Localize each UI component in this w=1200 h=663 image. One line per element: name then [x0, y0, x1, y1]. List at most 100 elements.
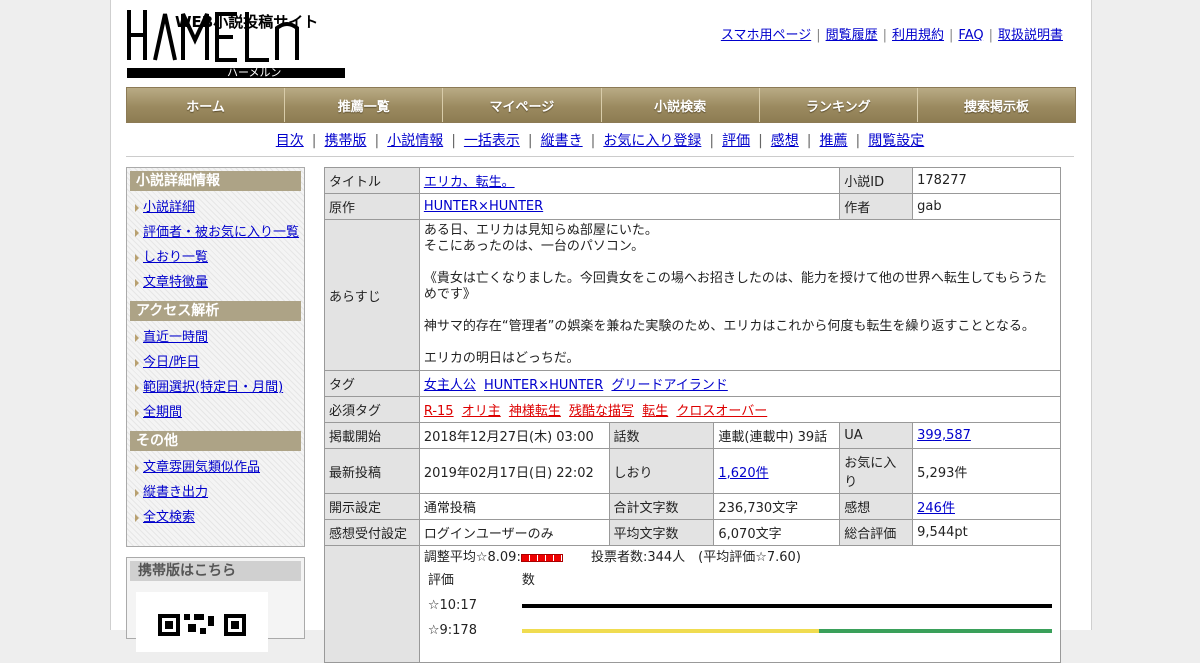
rating-row: ☆9:178 — [424, 618, 1056, 643]
required-tag-link[interactable]: 神様転生 — [509, 404, 561, 419]
mobile-qr-box: 携帯版はこちら — [126, 557, 305, 652]
mobile-heading: 携帯版はこちら — [130, 561, 301, 581]
comment-setting: ログインユーザーのみ — [418, 519, 610, 546]
logo-kana: ハーメルン — [227, 66, 281, 79]
rating-row-label: ☆10:17 — [427, 598, 477, 613]
synopsis: ある日、エリカは見知らぬ部屋にいた。 そこにあったのは、一台のパソコン。 《貴女… — [418, 219, 1062, 371]
author-name: gab — [912, 193, 1061, 220]
label-latest: 最新投稿 — [324, 448, 420, 494]
adjusted-average: 調整平均☆8.09: — [423, 550, 521, 565]
rating-bar-segment — [521, 604, 1052, 608]
required-tag-list: R-15 オリ主 神様転生 残酷な描写 転生 クロスオーバー — [418, 396, 1062, 423]
page-container: WEB小説投稿サイト ハーメルン スマホ用ページ | 閲覧履歴 | 利用規約 | FAQ | 取… — [110, 0, 1092, 663]
sidebar-item-fulltext-search[interactable]: 全文検索 — [127, 505, 304, 530]
link-terms[interactable]: 利用規約 — [892, 28, 944, 43]
subnav-favorite[interactable]: お気に入り登録 — [603, 133, 701, 149]
required-tag-link[interactable]: クロスオーバー — [676, 404, 767, 419]
rating-row-label: ☆9:178 — [427, 623, 477, 638]
subnav-comment[interactable]: 感想 — [771, 133, 799, 149]
comment-count-link[interactable]: 246件 — [917, 501, 955, 516]
rating-bar-icon — [520, 553, 563, 562]
label-comments: 感想 — [839, 493, 914, 520]
sidebar-item-raters[interactable]: 評価者・被お気に入り一覧 — [127, 220, 304, 245]
novel-title-link[interactable]: エリカ、転生。 — [424, 175, 515, 190]
tag-link[interactable]: 女主人公 — [424, 378, 476, 393]
sidebar-item-today[interactable]: 今日/昨日 — [127, 350, 304, 375]
rating-col-header: 評価 — [427, 573, 454, 588]
subnav-settings[interactable]: 閲覧設定 — [868, 133, 924, 149]
rating-row: ☆10:17 — [424, 593, 1056, 618]
voter-count: 投票者数:344人 (平均評価☆7.60) — [590, 550, 801, 565]
sidebar: 小説詳細情報 小説詳細 評価者・被お気に入り一覧 しおり一覧 文章特徴量 アクセ… — [126, 167, 305, 547]
nav-ranking[interactable]: ランキング — [759, 88, 918, 122]
sidebar-item-last-hour[interactable]: 直近一時間 — [127, 325, 304, 350]
episode-count: 連載(連載中) 39話 — [713, 422, 841, 449]
nav-home[interactable]: ホーム — [127, 88, 286, 122]
required-tag-link[interactable]: R-15 — [424, 404, 454, 419]
rating-row-bar — [521, 604, 1052, 608]
sidebar-heading-details: 小説詳細情報 — [130, 171, 301, 191]
ua-count-link[interactable]: 399,587 — [917, 428, 971, 443]
label-id: 小説ID — [839, 167, 914, 194]
label-author: 作者 — [839, 193, 914, 220]
label-total-rating: 総合評価 — [839, 519, 914, 546]
sidebar-heading-access: アクセス解析 — [130, 301, 301, 321]
label-tags: タグ — [324, 370, 420, 397]
sidebar-item-similar[interactable]: 文章雰囲気類似作品 — [127, 455, 304, 480]
divider — [126, 156, 1074, 157]
label-required-tags: 必須タグ — [324, 396, 420, 423]
logo-subtitle: WEB小説投稿サイト — [175, 13, 318, 31]
qr-code-icon — [136, 592, 268, 652]
label-original: 原作 — [324, 193, 420, 220]
nav-recommendations[interactable]: 推薦一覧 — [285, 88, 444, 122]
avg-chars: 6,070文字 — [713, 519, 841, 546]
label-total-chars: 合計文字数 — [608, 493, 715, 520]
label-published: 掲載開始 — [324, 422, 420, 449]
subnav-vertical[interactable]: 縦書き — [541, 133, 583, 149]
sidebar-item-text-features[interactable]: 文章特徴量 — [127, 270, 304, 295]
tag-link[interactable]: HUNTER×HUNTER — [484, 378, 603, 393]
sidebar-item-all-time[interactable]: 全期間 — [127, 400, 304, 425]
required-tag-link[interactable]: 転生 — [642, 404, 668, 419]
disclosure-setting: 通常投稿 — [418, 493, 610, 520]
subnav-all[interactable]: 一括表示 — [464, 133, 520, 149]
link-faq[interactable]: FAQ — [958, 28, 983, 43]
label-synopsis: あらすじ — [324, 219, 420, 371]
tag-link[interactable]: グリードアイランド — [611, 378, 727, 393]
sidebar-item-bookmarks[interactable]: しおり一覧 — [127, 245, 304, 270]
label-avg-chars: 平均文字数 — [608, 519, 715, 546]
sidebar-item-novel-details[interactable]: 小説詳細 — [127, 195, 304, 220]
total-chars: 236,730文字 — [713, 493, 841, 520]
label-title: タイトル — [324, 167, 420, 194]
link-history[interactable]: 閲覧履歴 — [826, 28, 878, 43]
nav-search[interactable]: 小説検索 — [601, 88, 760, 122]
nav-mypage[interactable]: マイページ — [443, 88, 602, 122]
required-tag-link[interactable]: オリ主 — [462, 404, 501, 419]
required-tag-link[interactable]: 残酷な描写 — [569, 404, 634, 419]
link-manual[interactable]: 取扱説明書 — [998, 28, 1063, 43]
link-smartphone[interactable]: スマホ用ページ — [721, 28, 811, 43]
subnav-recommend[interactable]: 推薦 — [820, 133, 848, 149]
latest-date: 2019年02月17日(日) 22:02 — [418, 448, 610, 494]
site-logo[interactable]: WEB小説投稿サイト ハーメルン — [127, 10, 347, 80]
bookmark-count-link[interactable]: 1,620件 — [718, 466, 768, 481]
main-nav: ホーム 推薦一覧 マイページ 小説検索 ランキング 捜索掲示板 — [126, 87, 1076, 123]
rating-distribution: 調整平均☆8.09: 投票者数:344人 (平均評価☆7.60) 評価 数 ☆1… — [418, 545, 1062, 663]
favorite-count: 5,293件 — [912, 448, 1061, 494]
subnav-info[interactable]: 小説情報 — [387, 133, 443, 149]
total-rating: 9,544pt — [912, 519, 1061, 546]
sidebar-item-vertical-output[interactable]: 縦書き出力 — [127, 480, 304, 505]
subnav-rate[interactable]: 評価 — [722, 133, 750, 149]
label-bookmarks: しおり — [608, 448, 715, 494]
original-work-link[interactable]: HUNTER×HUNTER — [424, 199, 543, 214]
published-date: 2018年12月27日(木) 03:00 — [418, 422, 610, 449]
subnav-mobile[interactable]: 携帯版 — [324, 133, 366, 149]
novel-detail-table: タイトル エリカ、転生。 小説ID 178277 原作 HUNTER×HUNTE… — [324, 167, 1062, 663]
tag-list: 女主人公 HUNTER×HUNTER グリードアイランド — [418, 370, 1062, 397]
sidebar-item-range[interactable]: 範囲選択(特定日・月間) — [127, 375, 304, 400]
top-links: スマホ用ページ | 閲覧履歴 | 利用規約 | FAQ | 取扱説明書 — [720, 28, 1063, 43]
novel-id: 178277 — [912, 167, 1061, 194]
nav-board[interactable]: 捜索掲示板 — [917, 88, 1076, 122]
subnav-toc[interactable]: 目次 — [276, 133, 304, 149]
label-ua: UA — [839, 422, 914, 449]
